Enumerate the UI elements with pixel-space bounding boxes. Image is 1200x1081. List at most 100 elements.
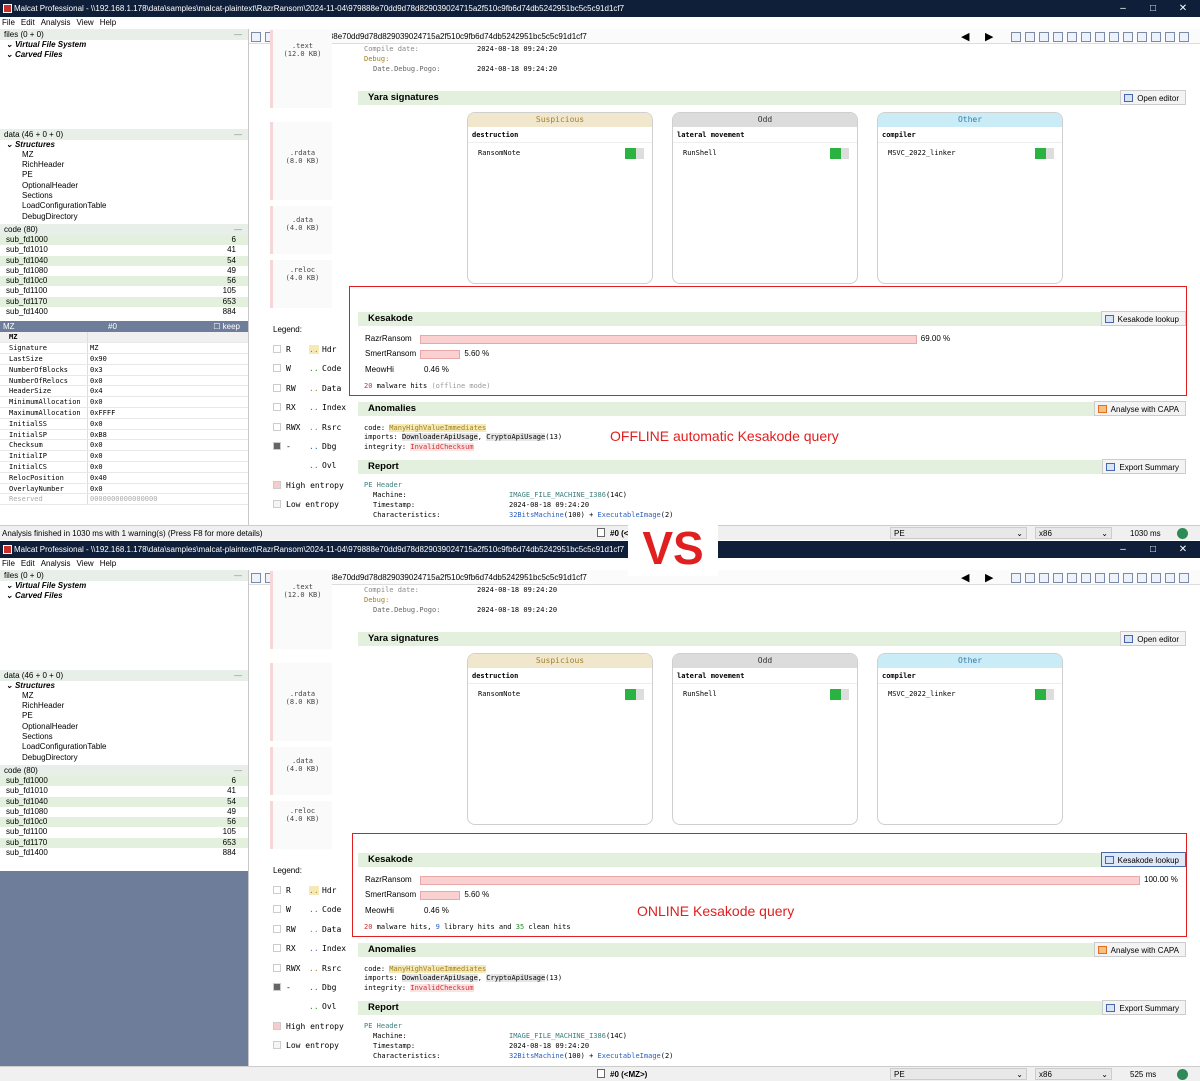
section-rdata[interactable]: .rdata (8.0 KB) <box>270 122 332 200</box>
minimize-button[interactable]: – <box>1108 0 1138 17</box>
maximize-button[interactable]: □ <box>1138 541 1168 558</box>
view-icon[interactable] <box>1081 32 1091 42</box>
code-header[interactable]: code (80) — <box>0 764 248 776</box>
view-icon[interactable] <box>1165 32 1175 42</box>
format-select[interactable]: PE ⌄ <box>890 1068 1027 1080</box>
yara-rule[interactable]: MSVC_2022_linker <box>878 687 1062 701</box>
back-icon[interactable]: ◀ <box>961 571 969 584</box>
view-icon[interactable] <box>1095 573 1105 583</box>
view-icon[interactable] <box>1123 573 1133 583</box>
yara-rule[interactable]: RansomNote <box>468 146 652 160</box>
function-row[interactable]: sub_fd1400 884 <box>0 307 248 317</box>
back-icon[interactable]: ◀ <box>961 30 969 43</box>
function-row[interactable]: sub_fd1170 653 <box>0 837 248 849</box>
mz-row[interactable]: RelocPosition 0x40 <box>0 472 248 484</box>
menu-file[interactable]: File <box>2 559 15 568</box>
yara-rule[interactable]: RansomNote <box>468 687 652 701</box>
function-row[interactable]: sub_fd1010 41 <box>0 245 248 255</box>
struct-item[interactable]: OptionalHeader <box>0 722 248 732</box>
menu-help[interactable]: Help <box>100 18 116 27</box>
view-icon[interactable] <box>1039 32 1049 42</box>
section-text[interactable]: .text (12.0 KB) <box>270 30 332 108</box>
view-icon[interactable] <box>1179 573 1189 583</box>
function-row[interactable]: sub_fd1100 105 <box>0 827 248 837</box>
mz-row[interactable]: HeaderSize 0x4 <box>0 386 248 398</box>
tree-carved[interactable]: ⌄ Carved Files <box>0 50 248 60</box>
export-summary-button[interactable]: Export Summary <box>1102 459 1186 474</box>
yara-rule[interactable]: RunShell <box>673 146 857 160</box>
section-text[interactable]: .text (12.0 KB) <box>270 571 332 649</box>
view-icon[interactable] <box>1109 573 1119 583</box>
struct-item[interactable]: MZ <box>0 691 248 701</box>
function-row[interactable]: sub_fd1170 653 <box>0 296 248 308</box>
view-icon[interactable] <box>1067 32 1077 42</box>
struct-item[interactable]: PE <box>0 711 248 721</box>
maximize-button[interactable]: □ <box>1138 0 1168 17</box>
struct-item[interactable]: DebugDirectory <box>0 753 248 763</box>
files-header[interactable]: files (0 + 0) — <box>0 570 248 581</box>
view-icon[interactable] <box>1053 573 1063 583</box>
view-icon[interactable] <box>1025 573 1035 583</box>
open-editor-button[interactable]: Open editor <box>1120 90 1186 105</box>
section-reloc[interactable]: .reloc (4.0 KB) <box>270 260 332 308</box>
format-select[interactable]: PE ⌄ <box>890 527 1027 539</box>
view-icon[interactable] <box>1081 573 1091 583</box>
arch-select[interactable]: x86 ⌄ <box>1035 527 1112 539</box>
data-header[interactable]: data (46 + 0 + 0) — <box>0 128 248 140</box>
forward-icon[interactable]: ▶ <box>985 571 993 584</box>
view-icon[interactable] <box>1137 32 1147 42</box>
analyse-capa-button[interactable]: Analyse with CAPA <box>1093 401 1186 416</box>
keep-checkbox[interactable]: ☐ keep <box>213 321 240 332</box>
tree-vfs[interactable]: ⌄ Virtual File System <box>0 581 248 591</box>
function-row[interactable]: sub_fd1040 54 <box>0 796 248 807</box>
view-icon[interactable] <box>1025 32 1035 42</box>
struct-item[interactable]: DebugDirectory <box>0 212 248 222</box>
mz-row[interactable]: InitialSS 0x0 <box>0 418 248 430</box>
forward-icon[interactable]: ▶ <box>985 30 993 43</box>
open-editor-button[interactable]: Open editor <box>1120 631 1186 646</box>
menu-view[interactable]: View <box>76 18 93 27</box>
mz-row[interactable]: Reserved 0000000000000000 <box>0 494 248 506</box>
section-data[interactable]: .data (4.0 KB) <box>270 206 332 254</box>
kesakode-lookup-button[interactable]: Kesakode lookup <box>1100 311 1186 326</box>
struct-item[interactable]: OptionalHeader <box>0 181 248 191</box>
menu-analysis[interactable]: Analysis <box>41 559 71 568</box>
function-row[interactable]: sub_fd1000 6 <box>0 775 248 787</box>
tree-vfs[interactable]: ⌄ Virtual File System <box>0 40 248 50</box>
struct-item[interactable]: Sections <box>0 732 248 742</box>
minimize-button[interactable]: – <box>1108 541 1138 558</box>
close-button[interactable]: ✕ <box>1168 0 1198 17</box>
section-rdata[interactable]: .rdata (8.0 KB) <box>270 663 332 741</box>
nav-icon[interactable] <box>251 573 261 583</box>
analyse-capa-button[interactable]: Analyse with CAPA <box>1093 942 1186 957</box>
view-icon[interactable] <box>1011 573 1021 583</box>
view-icon[interactable] <box>1039 573 1049 583</box>
data-header[interactable]: data (46 + 0 + 0) — <box>0 669 248 681</box>
yara-rule[interactable]: MSVC_2022_linker <box>878 146 1062 160</box>
kesakode-lookup-button[interactable]: Kesakode lookup <box>1100 852 1186 867</box>
view-icon[interactable] <box>1137 573 1147 583</box>
mz-row[interactable]: Checksum 0x0 <box>0 440 248 452</box>
function-row[interactable]: sub_fd1080 49 <box>0 266 248 276</box>
nav-icon[interactable] <box>251 32 261 42</box>
files-header[interactable]: files (0 + 0) — <box>0 29 248 40</box>
function-row[interactable]: sub_fd10c0 56 <box>0 817 248 828</box>
menu-analysis[interactable]: Analysis <box>41 18 71 27</box>
view-icon[interactable] <box>1151 573 1161 583</box>
view-icon[interactable] <box>1067 573 1077 583</box>
export-summary-button[interactable]: Export Summary <box>1102 1000 1186 1015</box>
menu-file[interactable]: File <box>2 18 15 27</box>
mz-row[interactable]: NumberOfRelocs 0x0 <box>0 375 248 387</box>
tree-carved[interactable]: ⌄ Carved Files <box>0 591 248 601</box>
struct-item[interactable]: RichHeader <box>0 701 248 711</box>
view-icon[interactable] <box>1151 32 1161 42</box>
arch-select[interactable]: x86 ⌄ <box>1035 1068 1112 1080</box>
mz-row[interactable]: LastSize 0x90 <box>0 353 248 365</box>
struct-item[interactable]: LoadConfigurationTable <box>0 742 248 752</box>
view-icon[interactable] <box>1095 32 1105 42</box>
view-icon[interactable] <box>1011 32 1021 42</box>
struct-item[interactable]: Sections <box>0 191 248 201</box>
yara-rule[interactable]: RunShell <box>673 687 857 701</box>
view-icon[interactable] <box>1165 573 1175 583</box>
mz-row[interactable]: InitialSP 0xB8 <box>0 429 248 441</box>
